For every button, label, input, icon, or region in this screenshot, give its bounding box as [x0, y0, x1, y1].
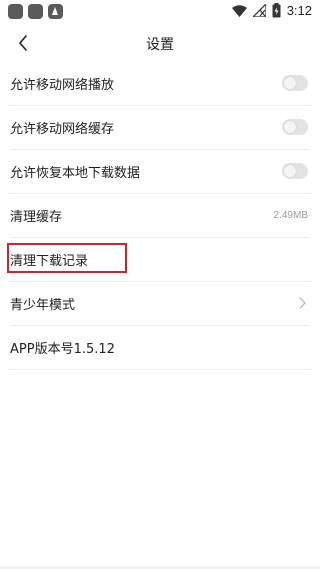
- system-icons: 3:12: [231, 3, 312, 18]
- app-version: APP版本号1.5.12: [10, 342, 115, 357]
- app-a-icon: [48, 4, 63, 19]
- mobile-play-toggle[interactable]: [282, 75, 308, 91]
- status-bar: 3:12: [0, 0, 320, 24]
- setting-label: 允许恢复本地下载数据: [10, 166, 141, 181]
- setting-label: 清理缓存: [10, 210, 63, 225]
- setting-label: 允许移动网络缓存: [10, 122, 115, 137]
- settings-list: 允许移动网络播放 允许移动网络缓存 允许恢复本地下载数据 清理缓存 2.49MB…: [0, 62, 320, 370]
- setting-row-teen-mode[interactable]: 青少年模式: [10, 282, 310, 326]
- chevron-right-icon: [299, 297, 306, 309]
- restore-local-toggle[interactable]: [282, 163, 308, 179]
- header: 设置: [0, 24, 320, 62]
- toggle-knob: [284, 77, 296, 89]
- setting-row-restore-local: 允许恢复本地下载数据: [10, 150, 310, 194]
- setting-label: 清理下载记录: [10, 254, 89, 269]
- setting-row-clear-downloads[interactable]: 清理下载记录: [7, 238, 310, 282]
- setting-label: 允许移动网络播放: [10, 78, 115, 93]
- setting-row-app-version: APP版本号1.5.12: [10, 326, 310, 370]
- setting-row-clear-cache[interactable]: 清理缓存 2.49MB: [10, 194, 310, 238]
- mobile-cache-toggle[interactable]: [282, 119, 308, 135]
- toggle-knob: [284, 121, 296, 133]
- wifi-icon: [231, 4, 247, 17]
- setting-row-mobile-cache: 允许移动网络缓存: [10, 106, 310, 150]
- setting-row-mobile-play: 允许移动网络播放: [10, 62, 310, 106]
- toggle-knob: [284, 165, 296, 177]
- app-icon: [28, 4, 43, 19]
- app-icon: [8, 4, 23, 19]
- battery-charging-icon: [272, 3, 281, 18]
- cache-size: 2.49MB: [273, 210, 308, 221]
- setting-label: 青少年模式: [10, 298, 76, 313]
- page-title: 设置: [146, 37, 174, 53]
- no-signal-icon: [252, 4, 266, 17]
- notification-icons: [8, 4, 63, 19]
- clock: 3:12: [286, 3, 312, 18]
